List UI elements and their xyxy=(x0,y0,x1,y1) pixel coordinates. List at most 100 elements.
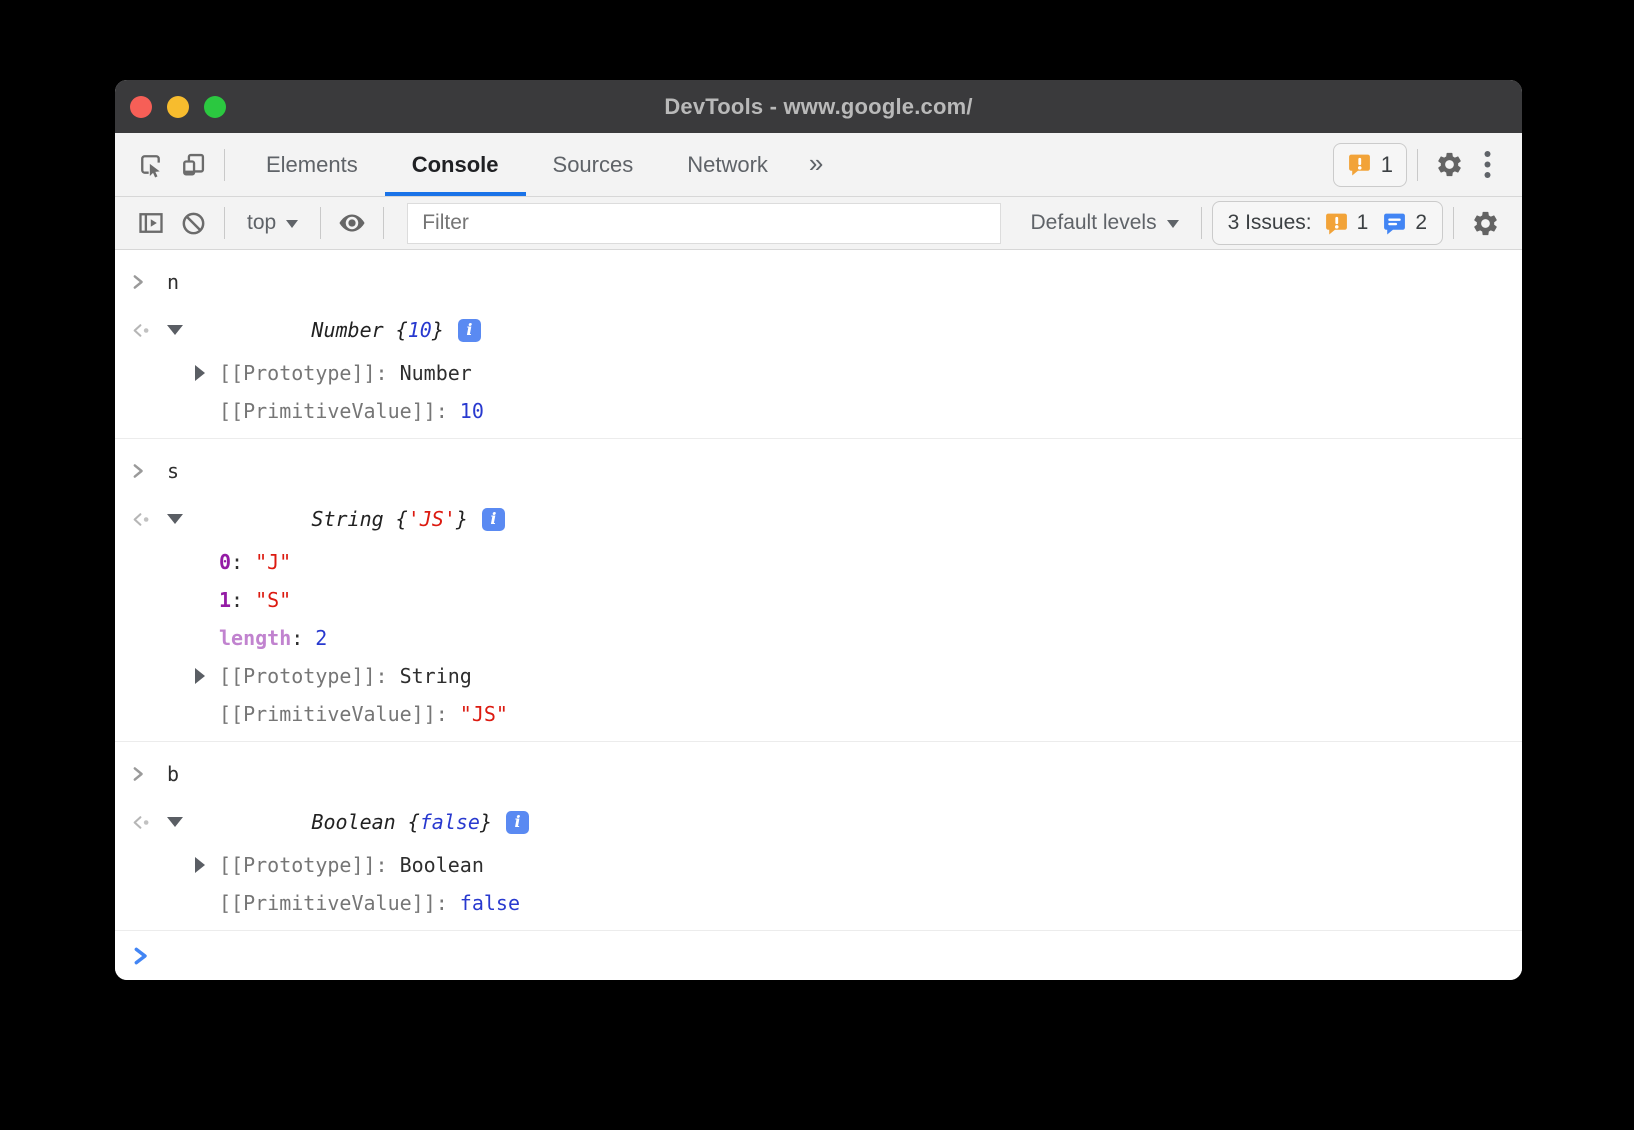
object-preview-value: false xyxy=(420,810,480,834)
window-title: DevTools - www.google.com/ xyxy=(115,94,1522,120)
info-icon[interactable] xyxy=(458,319,481,342)
chevron-down-icon xyxy=(1167,220,1179,228)
console-result-row: Boolean{false} xyxy=(115,798,1522,846)
property-value: String xyxy=(400,664,472,688)
property-key: [[PrimitiveValue]] xyxy=(219,891,436,915)
result-arrow-icon xyxy=(131,512,154,527)
collapse-toggle[interactable] xyxy=(167,514,191,524)
error-count: 1 xyxy=(1381,152,1393,178)
collapse-toggle[interactable] xyxy=(167,325,191,335)
divider xyxy=(1453,207,1454,239)
devtools-tab-bar: Elements Console Sources Network » 1 xyxy=(115,133,1522,197)
property-key: [[PrimitiveValue]] xyxy=(219,702,436,726)
filter-input[interactable] xyxy=(407,203,1000,244)
inspect-element-button[interactable] xyxy=(130,143,172,187)
tab-console[interactable]: Console xyxy=(385,133,526,196)
property-key: [[Prototype]] xyxy=(219,361,376,385)
prompt-chevron-icon xyxy=(133,947,149,965)
title-bar: DevTools - www.google.com/ xyxy=(115,80,1522,133)
gear-icon xyxy=(1435,150,1464,179)
issues-warning-count: 2 xyxy=(1415,211,1427,235)
info-icon[interactable] xyxy=(482,508,505,531)
property-value: Number xyxy=(400,361,472,385)
divider xyxy=(224,207,225,239)
property-value: "S" xyxy=(255,588,291,612)
toggle-device-toolbar-button[interactable] xyxy=(172,143,214,187)
three-dot-menu-icon xyxy=(1484,150,1491,179)
more-tabs-button[interactable]: » xyxy=(795,148,837,179)
triangle-down-icon xyxy=(167,325,183,335)
triangle-right-icon xyxy=(195,857,205,873)
issues-error-count: 1 xyxy=(1357,211,1369,235)
property-value: 2 xyxy=(315,626,327,650)
expand-toggle[interactable] xyxy=(195,857,219,873)
gear-icon xyxy=(1471,209,1500,238)
panel-tabs: Elements Console Sources Network xyxy=(239,133,795,196)
context-selector-label: top xyxy=(247,211,276,235)
object-preview-value: 10 xyxy=(408,318,432,342)
tab-network[interactable]: Network xyxy=(660,133,795,196)
input-chevron-icon xyxy=(131,274,146,290)
issues-counter[interactable]: 3 Issues: 1 2 xyxy=(1212,201,1443,245)
expand-toggle[interactable] xyxy=(195,668,219,684)
devtools-window: DevTools - www.google.com/ Elements Cons… xyxy=(115,80,1522,980)
property-key: [[Prototype]] xyxy=(219,853,376,877)
property-key: 1 xyxy=(219,588,231,612)
console-input-text: s xyxy=(167,459,179,483)
tab-sources[interactable]: Sources xyxy=(526,133,661,196)
triangle-down-icon xyxy=(167,514,183,524)
inspect-cursor-icon xyxy=(137,151,165,179)
divider xyxy=(1201,207,1202,239)
object-class-name: String xyxy=(311,507,383,531)
console-output: n Number{10} [[Prototype]]:Number [[Prim… xyxy=(115,250,1522,980)
object-class-name: Boolean xyxy=(311,810,395,834)
property-row: [[PrimitiveValue]]:10 xyxy=(115,392,1522,430)
divider xyxy=(1417,149,1418,181)
property-key: length xyxy=(219,626,291,650)
sidebar-toggle-icon xyxy=(137,209,165,237)
issues-label: 3 Issues: xyxy=(1228,211,1312,235)
property-key: [[Prototype]] xyxy=(219,664,376,688)
triangle-right-icon xyxy=(195,668,205,684)
console-prompt[interactable] xyxy=(115,931,1522,980)
log-levels-label: Default levels xyxy=(1031,211,1157,235)
divider xyxy=(224,149,225,181)
object-preview-value: 'JS' xyxy=(408,507,456,531)
issue-error-bubble-icon xyxy=(1324,211,1349,236)
expand-toggle[interactable] xyxy=(195,365,219,381)
context-selector[interactable]: top xyxy=(235,211,310,235)
property-value: "J" xyxy=(255,550,291,574)
info-icon[interactable] xyxy=(506,811,529,834)
property-key: [[PrimitiveValue]] xyxy=(219,399,436,423)
settings-button[interactable] xyxy=(1428,143,1470,187)
show-console-sidebar-button[interactable] xyxy=(130,201,172,245)
result-arrow-icon xyxy=(131,323,154,338)
property-row: 1:"S" xyxy=(115,581,1522,619)
triangle-right-icon xyxy=(195,365,205,381)
property-row: [[PrimitiveValue]]:"JS" xyxy=(115,695,1522,733)
chevron-down-icon xyxy=(286,220,298,228)
console-input-text: b xyxy=(167,762,179,786)
device-toolbar-icon xyxy=(179,151,207,179)
collapse-toggle[interactable] xyxy=(167,817,191,827)
property-row: length:2 xyxy=(115,619,1522,657)
main-menu-button[interactable] xyxy=(1470,143,1504,187)
triangle-down-icon xyxy=(167,817,183,827)
property-row: [[Prototype]]:String xyxy=(115,657,1522,695)
console-result-row: String{'JS'} xyxy=(115,495,1522,543)
console-group-boolean: b Boolean{false} [[Prototype]]:Boolean [… xyxy=(115,742,1522,931)
object-class-name: Number xyxy=(311,318,383,342)
clear-console-button[interactable] xyxy=(172,201,214,245)
error-bubble-icon xyxy=(1347,152,1372,177)
property-value: 10 xyxy=(460,399,484,423)
create-live-expression-button[interactable] xyxy=(331,201,373,245)
property-value: false xyxy=(460,891,520,915)
divider xyxy=(383,207,384,239)
input-chevron-icon xyxy=(131,766,146,782)
console-settings-button[interactable] xyxy=(1464,201,1506,245)
console-toolbar: top Default levels 3 Issues: 1 xyxy=(115,197,1522,250)
error-count-badge[interactable]: 1 xyxy=(1333,143,1407,187)
log-levels-selector[interactable]: Default levels xyxy=(1019,211,1191,235)
tab-elements[interactable]: Elements xyxy=(239,133,385,196)
console-group-number: n Number{10} [[Prototype]]:Number [[Prim… xyxy=(115,250,1522,439)
